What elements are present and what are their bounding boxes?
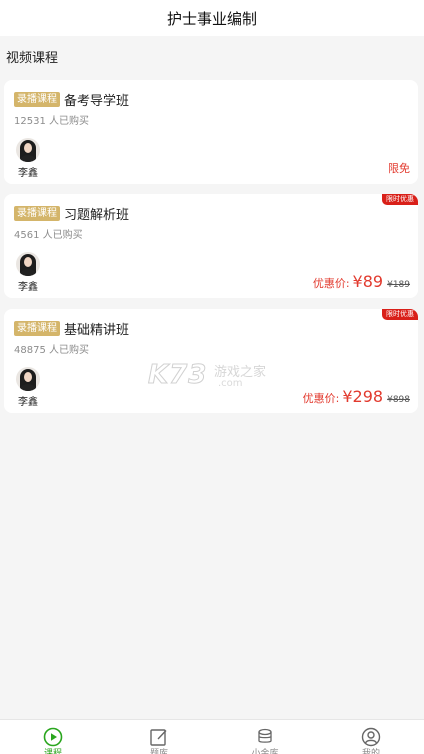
course-title: 习题解析班 (64, 208, 130, 223)
tab-label: 题库 (150, 748, 168, 754)
price-row: 优惠价: ¥89 ¥189 (313, 272, 410, 291)
tab-question-bank[interactable]: 题库 (106, 720, 212, 754)
coins-icon (254, 726, 276, 747)
course-card-2[interactable]: 限时优惠 录播课程 习题解析班 4561 人已购买 李鑫 优惠价: ¥89 ¥1… (4, 194, 418, 298)
course-tag: 录播课程 (14, 92, 60, 107)
original-price: ¥189 (387, 280, 410, 290)
buyers-count: 48875 人已购买 (14, 345, 89, 356)
section-title: 视频课程 (6, 51, 59, 66)
price-row: 优惠价: ¥298 ¥898 (303, 387, 410, 406)
teacher-avatar (16, 138, 40, 162)
user-icon (360, 726, 382, 747)
page-title: 护士事业编制 (166, 9, 257, 28)
top-bar: 护士事业编制 (0, 0, 424, 36)
promo-ribbon: 限时优惠 (382, 194, 418, 205)
teacher-name: 李鑫 (18, 168, 38, 179)
free-label: 限免 (388, 162, 410, 175)
watermark-url: .com (218, 378, 243, 389)
course-tag: 录播课程 (14, 206, 60, 221)
price-label: 优惠价: (302, 392, 340, 405)
tab-courses[interactable]: 课程 (0, 720, 106, 754)
teacher-avatar (16, 252, 40, 276)
teacher-name: 李鑫 (18, 397, 38, 408)
teacher: 李鑫 (15, 252, 41, 293)
watermark-logo: K73 游戏之家 .com (147, 360, 280, 394)
tab-label: 我的 (362, 748, 380, 754)
watermark-brand: K73 (147, 360, 208, 391)
course-card-1[interactable]: 录播课程 备考导学班 12531 人已购买 李鑫 限免 (4, 80, 418, 184)
price-label: 优惠价: (312, 277, 350, 290)
sale-price: ¥89 (352, 272, 384, 291)
tab-label: 小金库 (251, 748, 278, 754)
bottom-tab-bar: 课程 题库 小金库 我的 (0, 719, 424, 754)
tab-profile[interactable]: 我的 (318, 720, 424, 754)
teacher-name: 李鑫 (18, 282, 38, 293)
tab-vault[interactable]: 小金库 (212, 720, 318, 754)
teacher: 李鑫 (15, 138, 41, 179)
buyers-count: 12531 人已购买 (14, 116, 89, 127)
edit-icon (148, 726, 170, 747)
course-tag: 录播课程 (14, 321, 60, 336)
teacher-avatar (16, 367, 40, 391)
sale-price: ¥298 (342, 387, 384, 406)
original-price: ¥898 (387, 395, 410, 405)
promo-ribbon: 限时优惠 (382, 309, 418, 320)
teacher: 李鑫 (15, 367, 41, 408)
play-circle-icon (42, 726, 64, 747)
course-title: 备考导学班 (64, 94, 130, 109)
buyers-count: 4561 人已购买 (14, 230, 83, 241)
course-title: 基础精讲班 (64, 323, 130, 338)
tab-label: 课程 (44, 748, 62, 754)
